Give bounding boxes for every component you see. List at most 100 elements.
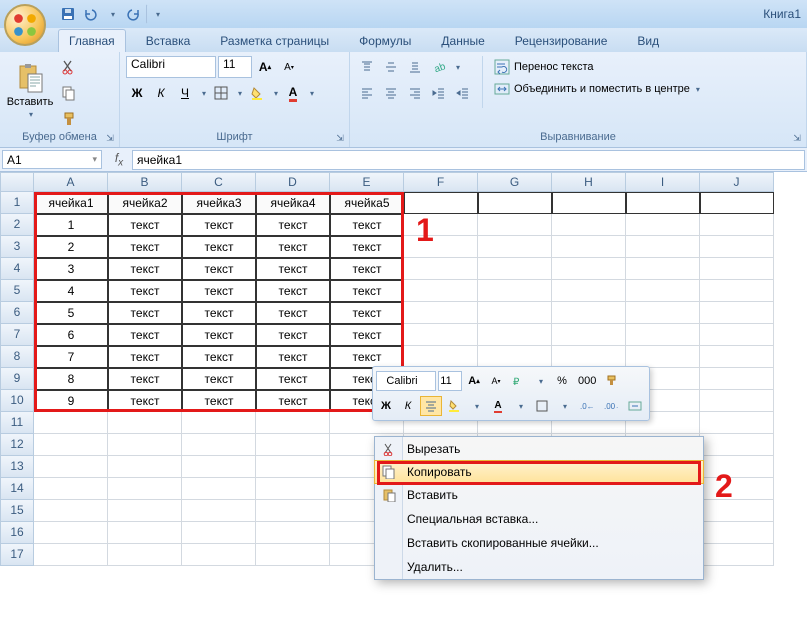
align-middle-button[interactable]: [380, 56, 402, 78]
cell[interactable]: текст: [256, 390, 330, 412]
cell[interactable]: [478, 258, 552, 280]
ctx-cut[interactable]: Вырезать: [375, 437, 703, 461]
cell[interactable]: [34, 544, 108, 566]
align-left-button[interactable]: [356, 82, 378, 104]
ctx-paste[interactable]: Вставить: [375, 483, 703, 507]
mini-increase-font[interactable]: A▴: [464, 371, 484, 391]
cell[interactable]: [404, 346, 478, 368]
mini-font-color[interactable]: A: [488, 396, 508, 416]
row-header[interactable]: 10: [0, 390, 34, 412]
tab-page-layout[interactable]: Разметка страницы: [210, 30, 339, 52]
cut-button[interactable]: [58, 56, 80, 78]
ctx-paste-special[interactable]: Специальная вставка...: [375, 507, 703, 531]
cell[interactable]: [182, 434, 256, 456]
mini-percent-button[interactable]: %: [552, 371, 572, 391]
cell[interactable]: [626, 302, 700, 324]
cell[interactable]: [700, 478, 774, 500]
cell[interactable]: [552, 302, 626, 324]
merge-center-button[interactable]: Объединить и поместить в центре: [489, 78, 705, 100]
cell[interactable]: [626, 192, 700, 214]
cell[interactable]: [108, 544, 182, 566]
underline-dropdown[interactable]: [198, 82, 208, 104]
cell[interactable]: [552, 258, 626, 280]
cell[interactable]: [626, 236, 700, 258]
mini-fill-dropdown[interactable]: [466, 396, 486, 416]
col-header-f[interactable]: F: [404, 172, 478, 192]
row-header[interactable]: 5: [0, 280, 34, 302]
cell[interactable]: 4: [34, 280, 108, 302]
cell[interactable]: [108, 412, 182, 434]
name-box[interactable]: A1▾: [2, 150, 102, 169]
cell[interactable]: [700, 258, 774, 280]
cell[interactable]: текст: [108, 324, 182, 346]
cell[interactable]: [478, 346, 552, 368]
tab-data[interactable]: Данные: [431, 30, 494, 52]
font-size-select[interactable]: 11: [218, 56, 252, 78]
cell[interactable]: [626, 258, 700, 280]
cell[interactable]: текст: [330, 346, 404, 368]
cell[interactable]: текст: [108, 346, 182, 368]
cell[interactable]: [404, 280, 478, 302]
cell[interactable]: [34, 412, 108, 434]
font-name-select[interactable]: Calibri: [126, 56, 216, 78]
undo-button[interactable]: [80, 4, 100, 24]
borders-button[interactable]: [210, 82, 232, 104]
save-button[interactable]: [58, 4, 78, 24]
tab-formulas[interactable]: Формулы: [349, 30, 421, 52]
cell[interactable]: [700, 324, 774, 346]
cell[interactable]: [108, 434, 182, 456]
cell[interactable]: текст: [108, 368, 182, 390]
cell[interactable]: текст: [256, 302, 330, 324]
cell[interactable]: [404, 192, 478, 214]
mini-merge[interactable]: [624, 396, 646, 416]
cell[interactable]: [404, 258, 478, 280]
cell[interactable]: [552, 280, 626, 302]
cell[interactable]: [700, 544, 774, 566]
cell[interactable]: [256, 522, 330, 544]
row-header[interactable]: 9: [0, 368, 34, 390]
cell[interactable]: [256, 412, 330, 434]
align-top-button[interactable]: [356, 56, 378, 78]
cell[interactable]: [34, 522, 108, 544]
cell[interactable]: текст: [108, 214, 182, 236]
align-bottom-button[interactable]: [404, 56, 426, 78]
mini-fill-color[interactable]: [444, 396, 464, 416]
office-button[interactable]: [4, 4, 46, 46]
col-header-j[interactable]: J: [700, 172, 774, 192]
col-header-d[interactable]: D: [256, 172, 330, 192]
cell[interactable]: текст: [256, 258, 330, 280]
mini-font-color-dropdown[interactable]: [510, 396, 530, 416]
borders-dropdown[interactable]: [234, 82, 244, 104]
cell[interactable]: текст: [330, 236, 404, 258]
cell[interactable]: [404, 324, 478, 346]
cell[interactable]: [478, 214, 552, 236]
col-header-e[interactable]: E: [330, 172, 404, 192]
cell[interactable]: [700, 302, 774, 324]
ctx-copy[interactable]: Копировать: [374, 460, 704, 484]
cell[interactable]: [700, 522, 774, 544]
font-dialog-launcher[interactable]: ⇲: [333, 131, 347, 145]
cell[interactable]: [700, 412, 774, 434]
col-header-c[interactable]: C: [182, 172, 256, 192]
col-header-g[interactable]: G: [478, 172, 552, 192]
cell[interactable]: текст: [182, 368, 256, 390]
cell[interactable]: [700, 500, 774, 522]
cell[interactable]: текст: [182, 280, 256, 302]
cell[interactable]: текст: [108, 258, 182, 280]
cell[interactable]: [256, 500, 330, 522]
col-header-a[interactable]: A: [34, 172, 108, 192]
cell[interactable]: [552, 346, 626, 368]
copy-button[interactable]: [58, 82, 80, 104]
mini-font-size[interactable]: 11: [438, 371, 462, 391]
row-header[interactable]: 13: [0, 456, 34, 478]
cell[interactable]: [552, 192, 626, 214]
cell[interactable]: текст: [330, 302, 404, 324]
format-painter-button[interactable]: [58, 108, 80, 130]
cell[interactable]: [552, 236, 626, 258]
cell[interactable]: 1: [34, 214, 108, 236]
ctx-insert-copied[interactable]: Вставить скопированные ячейки...: [375, 531, 703, 555]
cell[interactable]: [626, 214, 700, 236]
row-header[interactable]: 7: [0, 324, 34, 346]
row-header[interactable]: 14: [0, 478, 34, 500]
increase-indent-button[interactable]: [452, 82, 474, 104]
